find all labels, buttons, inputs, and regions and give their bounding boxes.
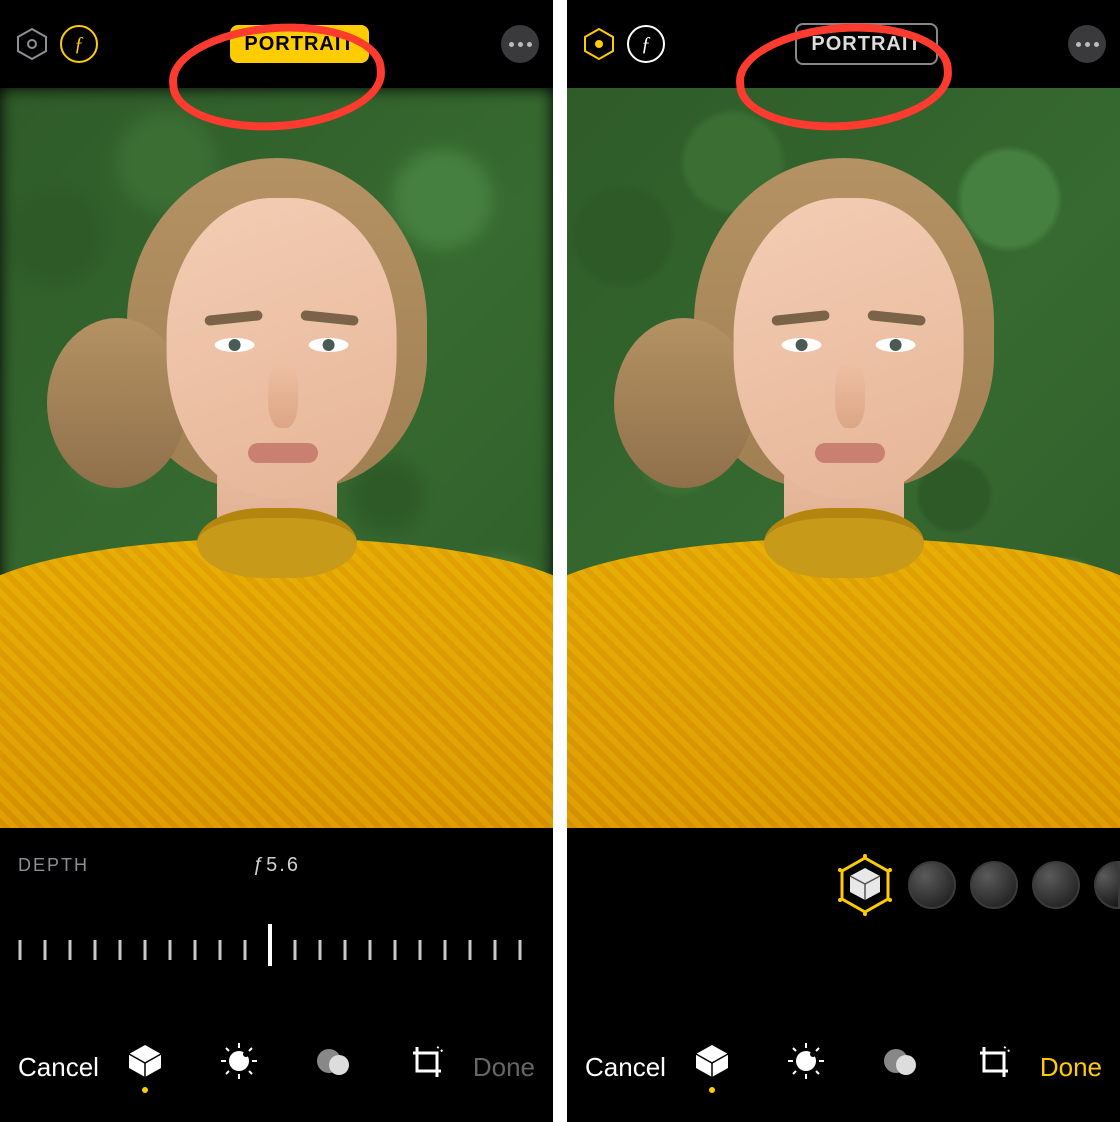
portrait-cube-icon[interactable] <box>121 1039 169 1095</box>
filters-circles-icon[interactable] <box>876 1039 924 1095</box>
tool-strip <box>688 1039 1018 1095</box>
done-button[interactable]: Done <box>473 1052 535 1083</box>
subject-person <box>567 88 1120 828</box>
screen-left: ƒ PORTRAIT DEPTH <box>0 0 553 1122</box>
adjust-dial-icon[interactable] <box>782 1039 830 1095</box>
portrait-lighting-carousel[interactable] <box>836 850 1120 920</box>
depth-value: ƒ5.6 <box>253 854 300 877</box>
portrait-lighting-hex-icon[interactable] <box>14 26 50 62</box>
adjust-dial-icon[interactable] <box>215 1039 263 1095</box>
more-icon[interactable] <box>501 25 539 63</box>
portrait-mode-badge[interactable]: PORTRAIT <box>230 25 368 63</box>
lighting-option[interactable] <box>1094 861 1120 909</box>
f-glyph: ƒ <box>74 33 84 56</box>
lighting-option-selected[interactable] <box>836 852 894 918</box>
aperture-f-icon[interactable]: ƒ <box>627 25 665 63</box>
depth-label: DEPTH <box>18 855 89 876</box>
f-glyph: ƒ <box>641 33 651 56</box>
depth-row: DEPTH ƒ5.6 <box>0 855 553 876</box>
top-bar: ƒ PORTRAIT <box>567 0 1120 88</box>
portrait-label: PORTRAIT <box>811 33 921 56</box>
lighting-option[interactable] <box>908 861 956 909</box>
top-bar: ƒ PORTRAIT <box>0 0 553 88</box>
portrait-cube-icon[interactable] <box>688 1039 736 1095</box>
lighting-option[interactable] <box>1032 861 1080 909</box>
footer-bar: Cancel <box>567 1012 1120 1122</box>
cancel-button[interactable]: Cancel <box>585 1052 666 1083</box>
crop-rotate-icon[interactable] <box>970 1039 1018 1095</box>
lighting-option[interactable] <box>970 861 1018 909</box>
portrait-mode-badge[interactable]: PORTRAIT <box>795 23 937 65</box>
depth-slider[interactable] <box>0 920 553 970</box>
portrait-label: PORTRAIT <box>244 33 354 56</box>
photo-preview[interactable] <box>0 88 553 828</box>
screen-right: ƒ PORTRAIT <box>567 0 1120 1122</box>
done-button[interactable]: Done <box>1040 1052 1102 1083</box>
aperture-f-icon[interactable]: ƒ <box>60 25 98 63</box>
filters-circles-icon[interactable] <box>309 1039 357 1095</box>
photo-preview[interactable] <box>567 88 1120 828</box>
footer-bar: Cancel <box>0 1012 553 1122</box>
crop-rotate-icon[interactable] <box>403 1039 451 1095</box>
cancel-button[interactable]: Cancel <box>18 1052 99 1083</box>
portrait-lighting-hex-icon[interactable] <box>581 26 617 62</box>
tool-strip <box>121 1039 451 1095</box>
more-icon[interactable] <box>1068 25 1106 63</box>
subject-person <box>0 88 553 828</box>
